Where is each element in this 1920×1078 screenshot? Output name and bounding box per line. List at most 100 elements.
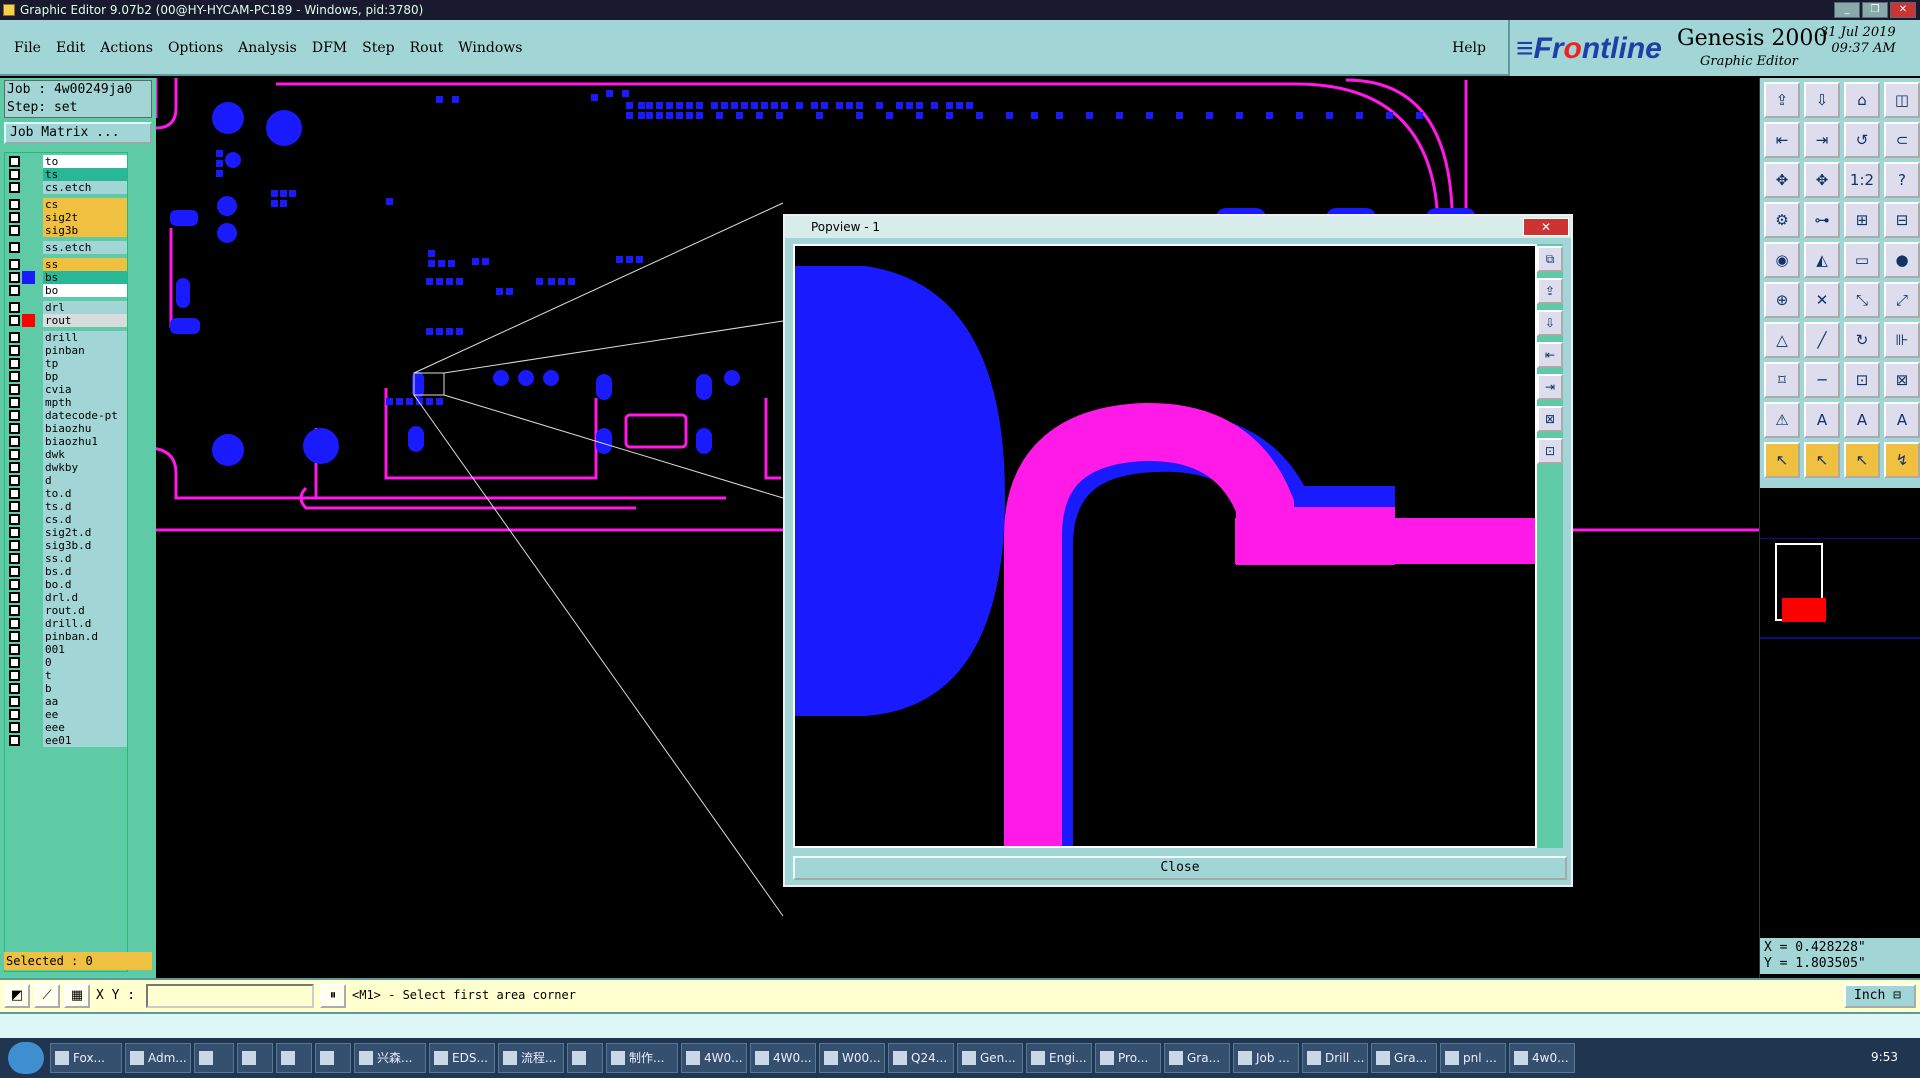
layer-checkbox[interactable] <box>9 169 20 180</box>
taskbar-item[interactable] <box>567 1043 603 1073</box>
layer-checkbox[interactable] <box>9 436 20 447</box>
layer-row-to[interactable]: to <box>7 155 127 168</box>
tool-button-31-icon[interactable]: ⊡ <box>1844 362 1880 398</box>
menu-help[interactable]: Help <box>1452 40 1486 56</box>
layer-row-d[interactable]: d <box>7 474 127 487</box>
layer-checkbox[interactable] <box>9 735 20 746</box>
layer-checkbox[interactable] <box>9 696 20 707</box>
layer-checkbox[interactable] <box>9 410 20 421</box>
layer-row-rout.d[interactable]: rout.d <box>7 604 127 617</box>
layer-row-ee[interactable]: ee <box>7 708 127 721</box>
layer-checkbox[interactable] <box>9 225 20 236</box>
layer-row-bs[interactable]: bs <box>7 271 127 284</box>
layer-checkbox[interactable] <box>9 683 20 694</box>
tool-button-10-icon[interactable]: ✥ <box>1804 162 1840 198</box>
tool-button-7-icon[interactable]: ↺ <box>1844 122 1880 158</box>
job-matrix-button[interactable]: Job Matrix ... <box>4 122 152 144</box>
menu-rout[interactable]: Rout <box>410 40 444 56</box>
tool-button-14-icon[interactable]: ⊶ <box>1804 202 1840 238</box>
layer-checkbox[interactable] <box>9 605 20 616</box>
layer-row-ts.d[interactable]: ts.d <box>7 500 127 513</box>
taskbar-item[interactable]: 兴森... <box>354 1043 426 1073</box>
layer-row-sig3b.d[interactable]: sig3b.d <box>7 539 127 552</box>
tool-button-20-icon[interactable]: ● <box>1884 242 1920 278</box>
menu-actions[interactable]: Actions <box>100 40 153 56</box>
layer-checkbox[interactable] <box>9 670 20 681</box>
tool-button-2-icon[interactable]: ⇩ <box>1804 82 1840 118</box>
layer-checkbox[interactable] <box>9 242 20 253</box>
layer-row-bo[interactable]: bo <box>7 284 127 297</box>
taskbar-item[interactable]: Fox... <box>50 1043 122 1073</box>
close-window-button[interactable]: ✕ <box>1890 2 1916 18</box>
layer-checkbox[interactable] <box>9 358 20 369</box>
taskbar-item[interactable]: EDS... <box>429 1043 495 1073</box>
popview-canvas[interactable] <box>793 244 1537 848</box>
tool-button-35-icon[interactable]: A <box>1844 402 1880 438</box>
taskbar-item[interactable]: 4w0... <box>1509 1043 1575 1073</box>
layer-row-t[interactable]: t <box>7 669 127 682</box>
layer-row-biaozhu[interactable]: biaozhu <box>7 422 127 435</box>
layer-checkbox[interactable] <box>9 449 20 460</box>
menu-analysis[interactable]: Analysis <box>238 40 297 56</box>
layer-checkbox[interactable] <box>9 631 20 642</box>
layer-row-drl[interactable]: drl <box>7 301 127 314</box>
taskbar-item[interactable] <box>315 1043 351 1073</box>
tool-button-1-icon[interactable]: ⇪ <box>1764 82 1800 118</box>
layer-row-ss[interactable]: ss <box>7 258 127 271</box>
layer-row-ss.d[interactable]: ss.d <box>7 552 127 565</box>
layer-row-datecode-pt[interactable]: datecode-pt <box>7 409 127 422</box>
taskbar-item[interactable]: Adm... <box>125 1043 191 1073</box>
layer-checkbox[interactable] <box>9 462 20 473</box>
layer-checkbox[interactable] <box>9 332 20 343</box>
layer-row-001[interactable]: 001 <box>7 643 127 656</box>
tool-button-4-icon[interactable]: ◫ <box>1884 82 1920 118</box>
layer-row-b[interactable]: b <box>7 682 127 695</box>
layer-checkbox[interactable] <box>9 709 20 720</box>
popview-tool-5-icon[interactable]: ⇥ <box>1537 374 1563 400</box>
tool-button-12-icon[interactable]: ? <box>1884 162 1920 198</box>
tool-button-13-icon[interactable]: ⚙ <box>1764 202 1800 238</box>
layer-checkbox[interactable] <box>9 397 20 408</box>
menu-step[interactable]: Step <box>362 40 394 56</box>
layer-row-tp[interactable]: tp <box>7 357 127 370</box>
layer-row-rout[interactable]: rout <box>7 314 127 327</box>
measure-tool-icon[interactable]: ⟋ <box>34 984 60 1008</box>
layer-checkbox[interactable] <box>9 553 20 564</box>
tool-button-37-icon[interactable]: ↖ <box>1764 442 1800 478</box>
layer-checkbox[interactable] <box>9 272 20 283</box>
taskbar-item[interactable]: Drill ... <box>1302 1043 1368 1073</box>
popview-tool-1-icon[interactable]: ⧉ <box>1537 246 1563 272</box>
start-button[interactable] <box>8 1042 44 1074</box>
layer-row-pinban[interactable]: pinban <box>7 344 127 357</box>
popview-tool-4-icon[interactable]: ⇤ <box>1537 342 1563 368</box>
layer-row-cvia[interactable]: cvia <box>7 383 127 396</box>
tool-button-17-icon[interactable]: ◉ <box>1764 242 1800 278</box>
menu-dfm[interactable]: DFM <box>312 40 347 56</box>
layer-checkbox[interactable] <box>9 644 20 655</box>
layer-row-bp[interactable]: bp <box>7 370 127 383</box>
layer-checkbox[interactable] <box>9 182 20 193</box>
layer-checkbox[interactable] <box>9 384 20 395</box>
layer-checkbox[interactable] <box>9 592 20 603</box>
tool-button-32-icon[interactable]: ⊠ <box>1884 362 1920 398</box>
tool-button-25-icon[interactable]: △ <box>1764 322 1800 358</box>
popview-close-x-button[interactable]: ✕ <box>1523 218 1569 236</box>
taskbar-item[interactable]: Gen... <box>957 1043 1023 1073</box>
layer-checkbox[interactable] <box>9 302 20 313</box>
taskbar-item[interactable]: Pro... <box>1095 1043 1161 1073</box>
layer-checkbox[interactable] <box>9 212 20 223</box>
layer-checkbox[interactable] <box>9 488 20 499</box>
layer-checkbox[interactable] <box>9 315 20 326</box>
menu-file[interactable]: File <box>14 40 41 56</box>
units-dropdown[interactable]: Inch ⊟ <box>1844 984 1916 1008</box>
layer-checkbox[interactable] <box>9 722 20 733</box>
layer-row-drill.d[interactable]: drill.d <box>7 617 127 630</box>
layer-row-aa[interactable]: aa <box>7 695 127 708</box>
tool-button-33-icon[interactable]: ⚠ <box>1764 402 1800 438</box>
taskbar-item[interactable] <box>194 1043 234 1073</box>
layer-checkbox[interactable] <box>9 618 20 629</box>
popview-close-button[interactable]: Close <box>793 856 1567 880</box>
taskbar-item[interactable]: 流程... <box>498 1043 564 1073</box>
menu-options[interactable]: Options <box>168 40 223 56</box>
taskbar-item[interactable]: 4W0... <box>750 1043 816 1073</box>
